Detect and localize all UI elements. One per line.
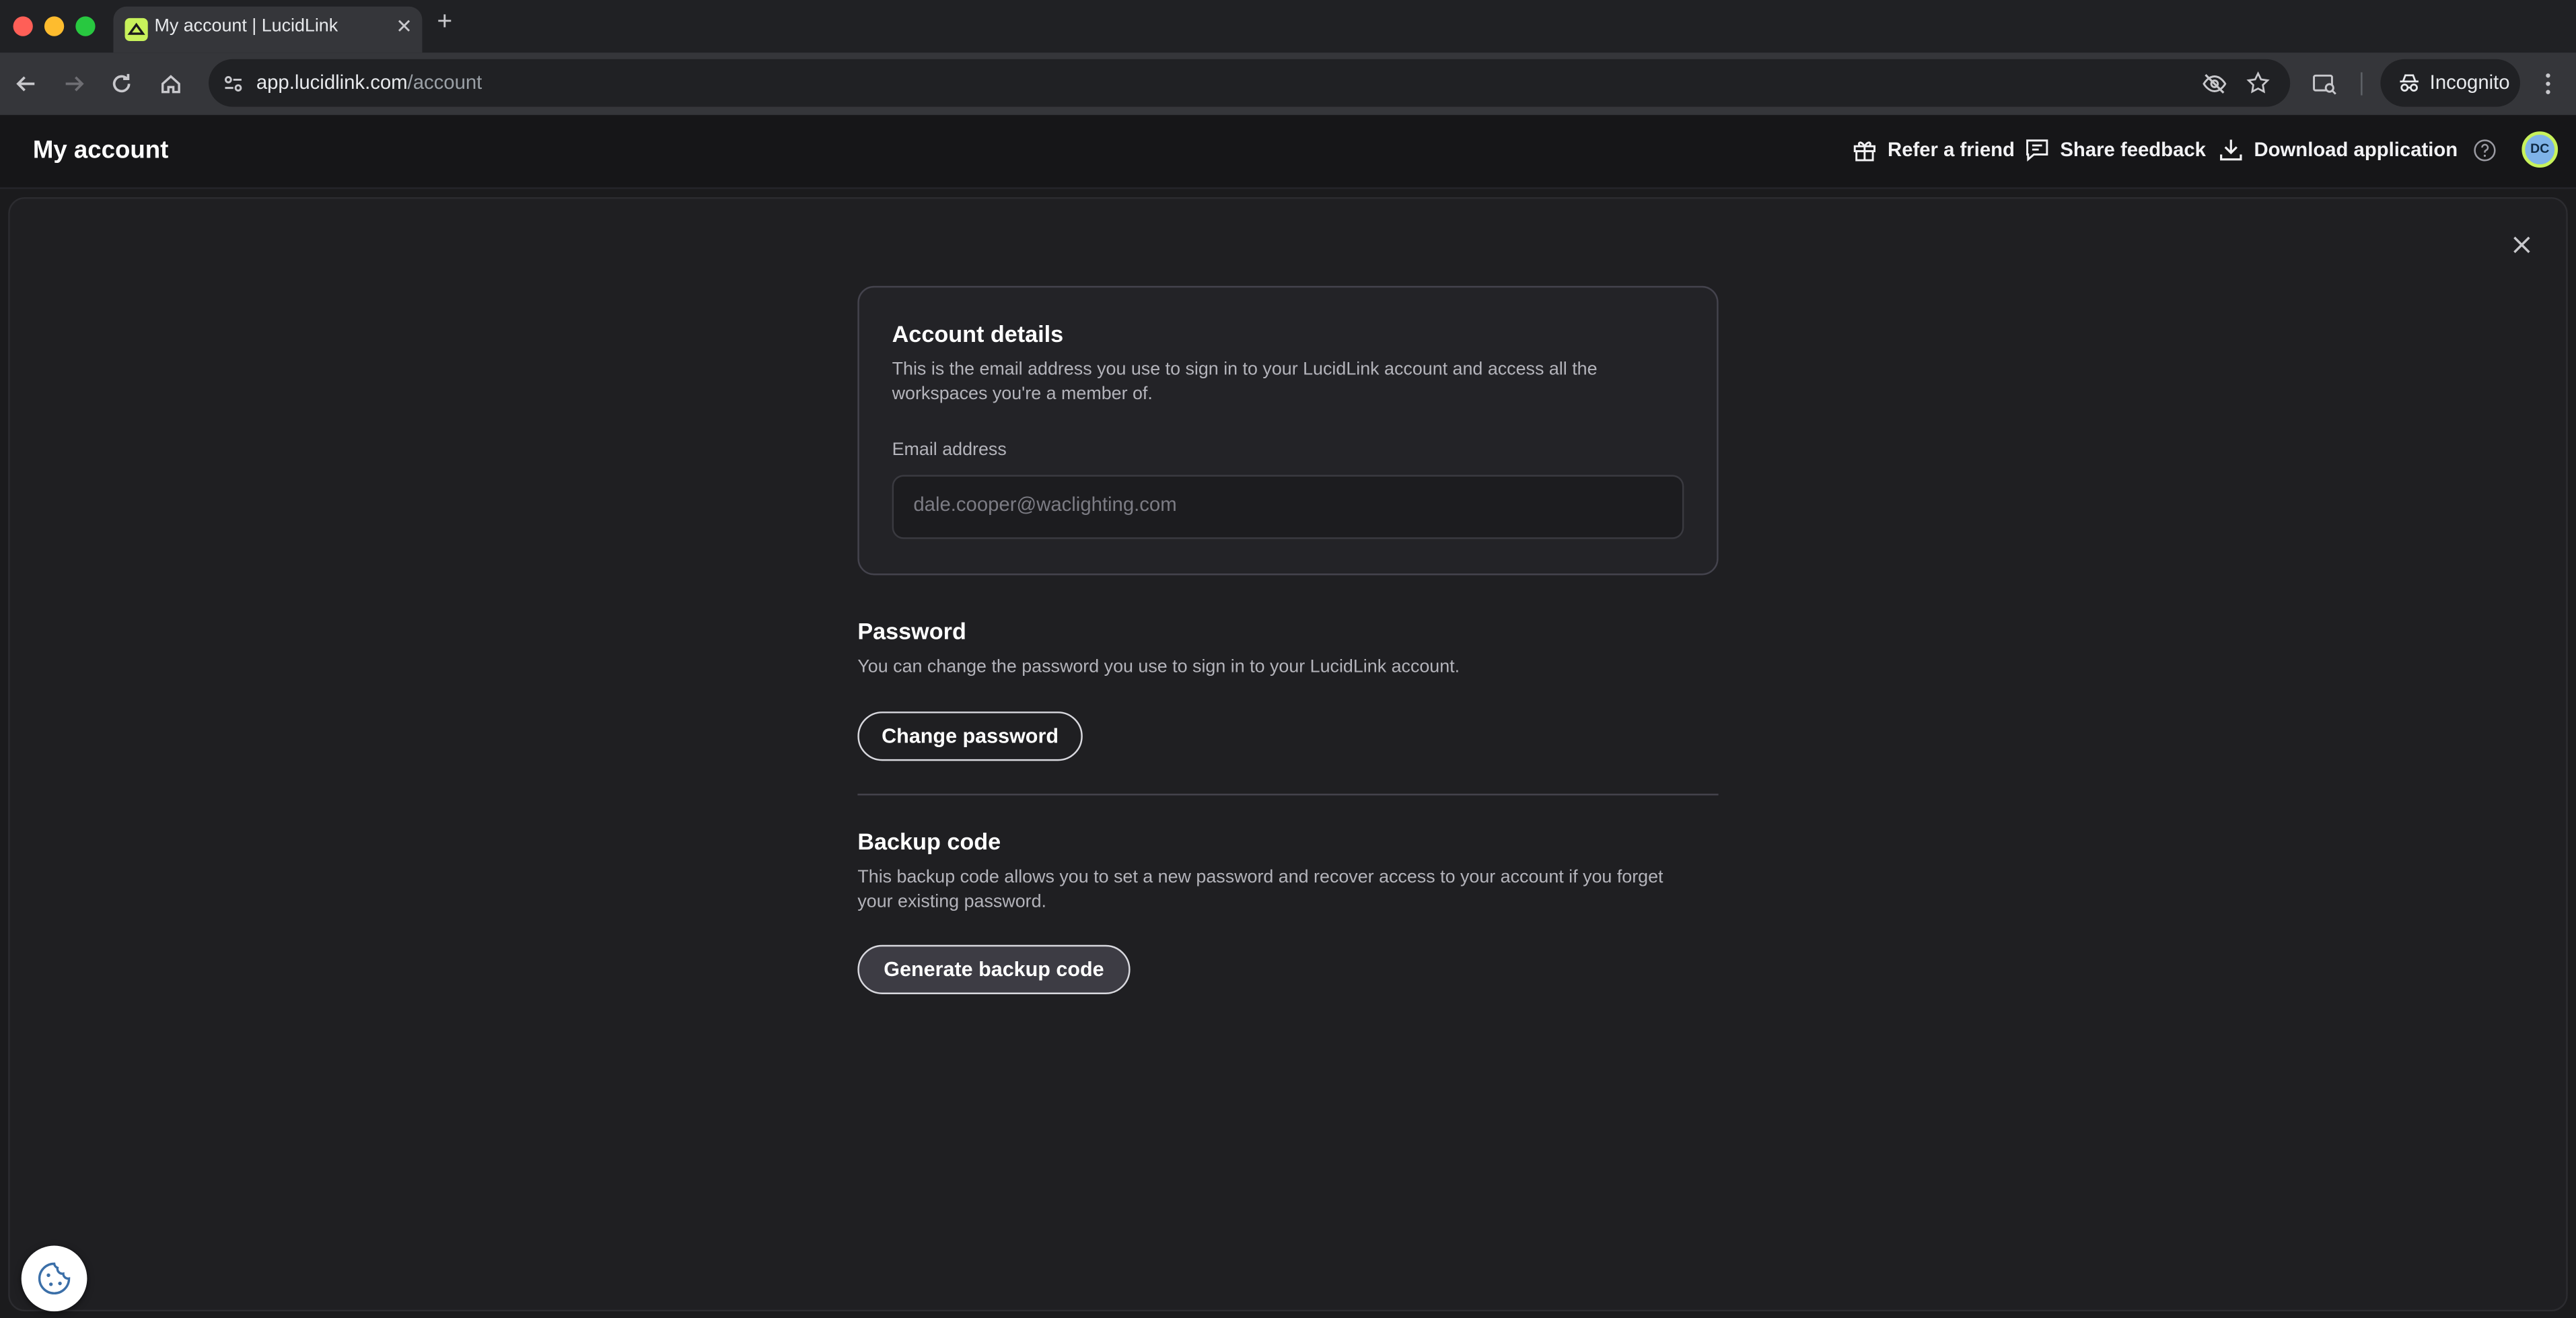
user-avatar[interactable]: DC: [2521, 131, 2559, 168]
back-arrow-icon[interactable]: [11, 69, 41, 99]
backup-code-section-description: This backup code allows you to set a new…: [857, 868, 1663, 911]
email-input[interactable]: [913, 493, 1653, 516]
toolbar-divider: [2361, 72, 2363, 96]
refer-a-friend-label: Refer a friend: [1888, 138, 2015, 162]
backup-code-section-title: Backup code: [857, 828, 1001, 855]
account-details-description: This is the email address you use to sig…: [892, 359, 1598, 404]
incognito-label: Incognito: [2429, 70, 2510, 94]
window-maximize-button[interactable]: [75, 16, 96, 36]
help-icon[interactable]: [2472, 138, 2497, 163]
download-application-label: Download application: [2254, 138, 2458, 162]
change-password-button[interactable]: Change password: [857, 712, 1083, 761]
address-bar[interactable]: app.lucidlink.com/account: [209, 59, 2291, 107]
close-icon[interactable]: [2507, 230, 2536, 260]
share-feedback-label: Share feedback: [2060, 138, 2206, 162]
tab-title: My account | LucidLink: [154, 16, 338, 36]
chat-bubble-icon: [2026, 139, 2048, 162]
password-section-title: Password: [857, 617, 966, 644]
generate-backup-code-button[interactable]: Generate backup code: [857, 944, 1131, 994]
cookie-preferences-button[interactable]: [21, 1245, 87, 1312]
window-minimize-button[interactable]: [44, 16, 65, 36]
reload-icon[interactable]: [107, 69, 137, 99]
password-section-description: You can change the password you use to s…: [857, 657, 1460, 677]
app-header: My account Refer a friend Share feedback…: [0, 114, 2576, 189]
account-details-title: Account details: [892, 320, 1064, 347]
window-close-button[interactable]: [13, 16, 33, 36]
email-address-label: Email address: [892, 440, 1007, 460]
browser-tab-active[interactable]: My account | LucidLink ✕: [113, 6, 423, 53]
browser-toolbar: app.lucidlink.com/account Incognito: [0, 53, 2576, 115]
bookmark-star-icon[interactable]: [2246, 71, 2270, 96]
new-tab-icon[interactable]: +: [437, 8, 452, 38]
gift-icon: [1853, 141, 1875, 162]
tab-close-icon[interactable]: ✕: [396, 15, 413, 38]
cookie-icon: [38, 1262, 71, 1295]
browser-tab-bar: My account | LucidLink ✕ +: [0, 0, 2576, 53]
incognito-icon: [2400, 74, 2419, 92]
browser-menu-icon[interactable]: [2535, 71, 2561, 97]
download-icon: [2220, 139, 2242, 161]
refer-a-friend-button[interactable]: Refer a friend: [1851, 135, 2015, 164]
tab-search-icon[interactable]: [2312, 71, 2338, 97]
email-field[interactable]: [892, 475, 1684, 539]
page-title: My account: [32, 136, 169, 165]
download-application-button[interactable]: Download application: [2218, 135, 2458, 164]
lucidlink-favicon-icon: [124, 18, 148, 42]
forward-arrow-icon[interactable]: [59, 69, 89, 99]
eye-slash-icon[interactable]: [2201, 71, 2227, 97]
home-icon[interactable]: [156, 69, 186, 99]
section-divider: [857, 794, 1719, 796]
incognito-indicator[interactable]: Incognito: [2380, 59, 2520, 107]
share-feedback-button[interactable]: Share feedback: [2024, 135, 2206, 164]
site-settings-icon[interactable]: [222, 72, 245, 95]
url-text: app.lucidlink.com/account: [256, 70, 482, 94]
